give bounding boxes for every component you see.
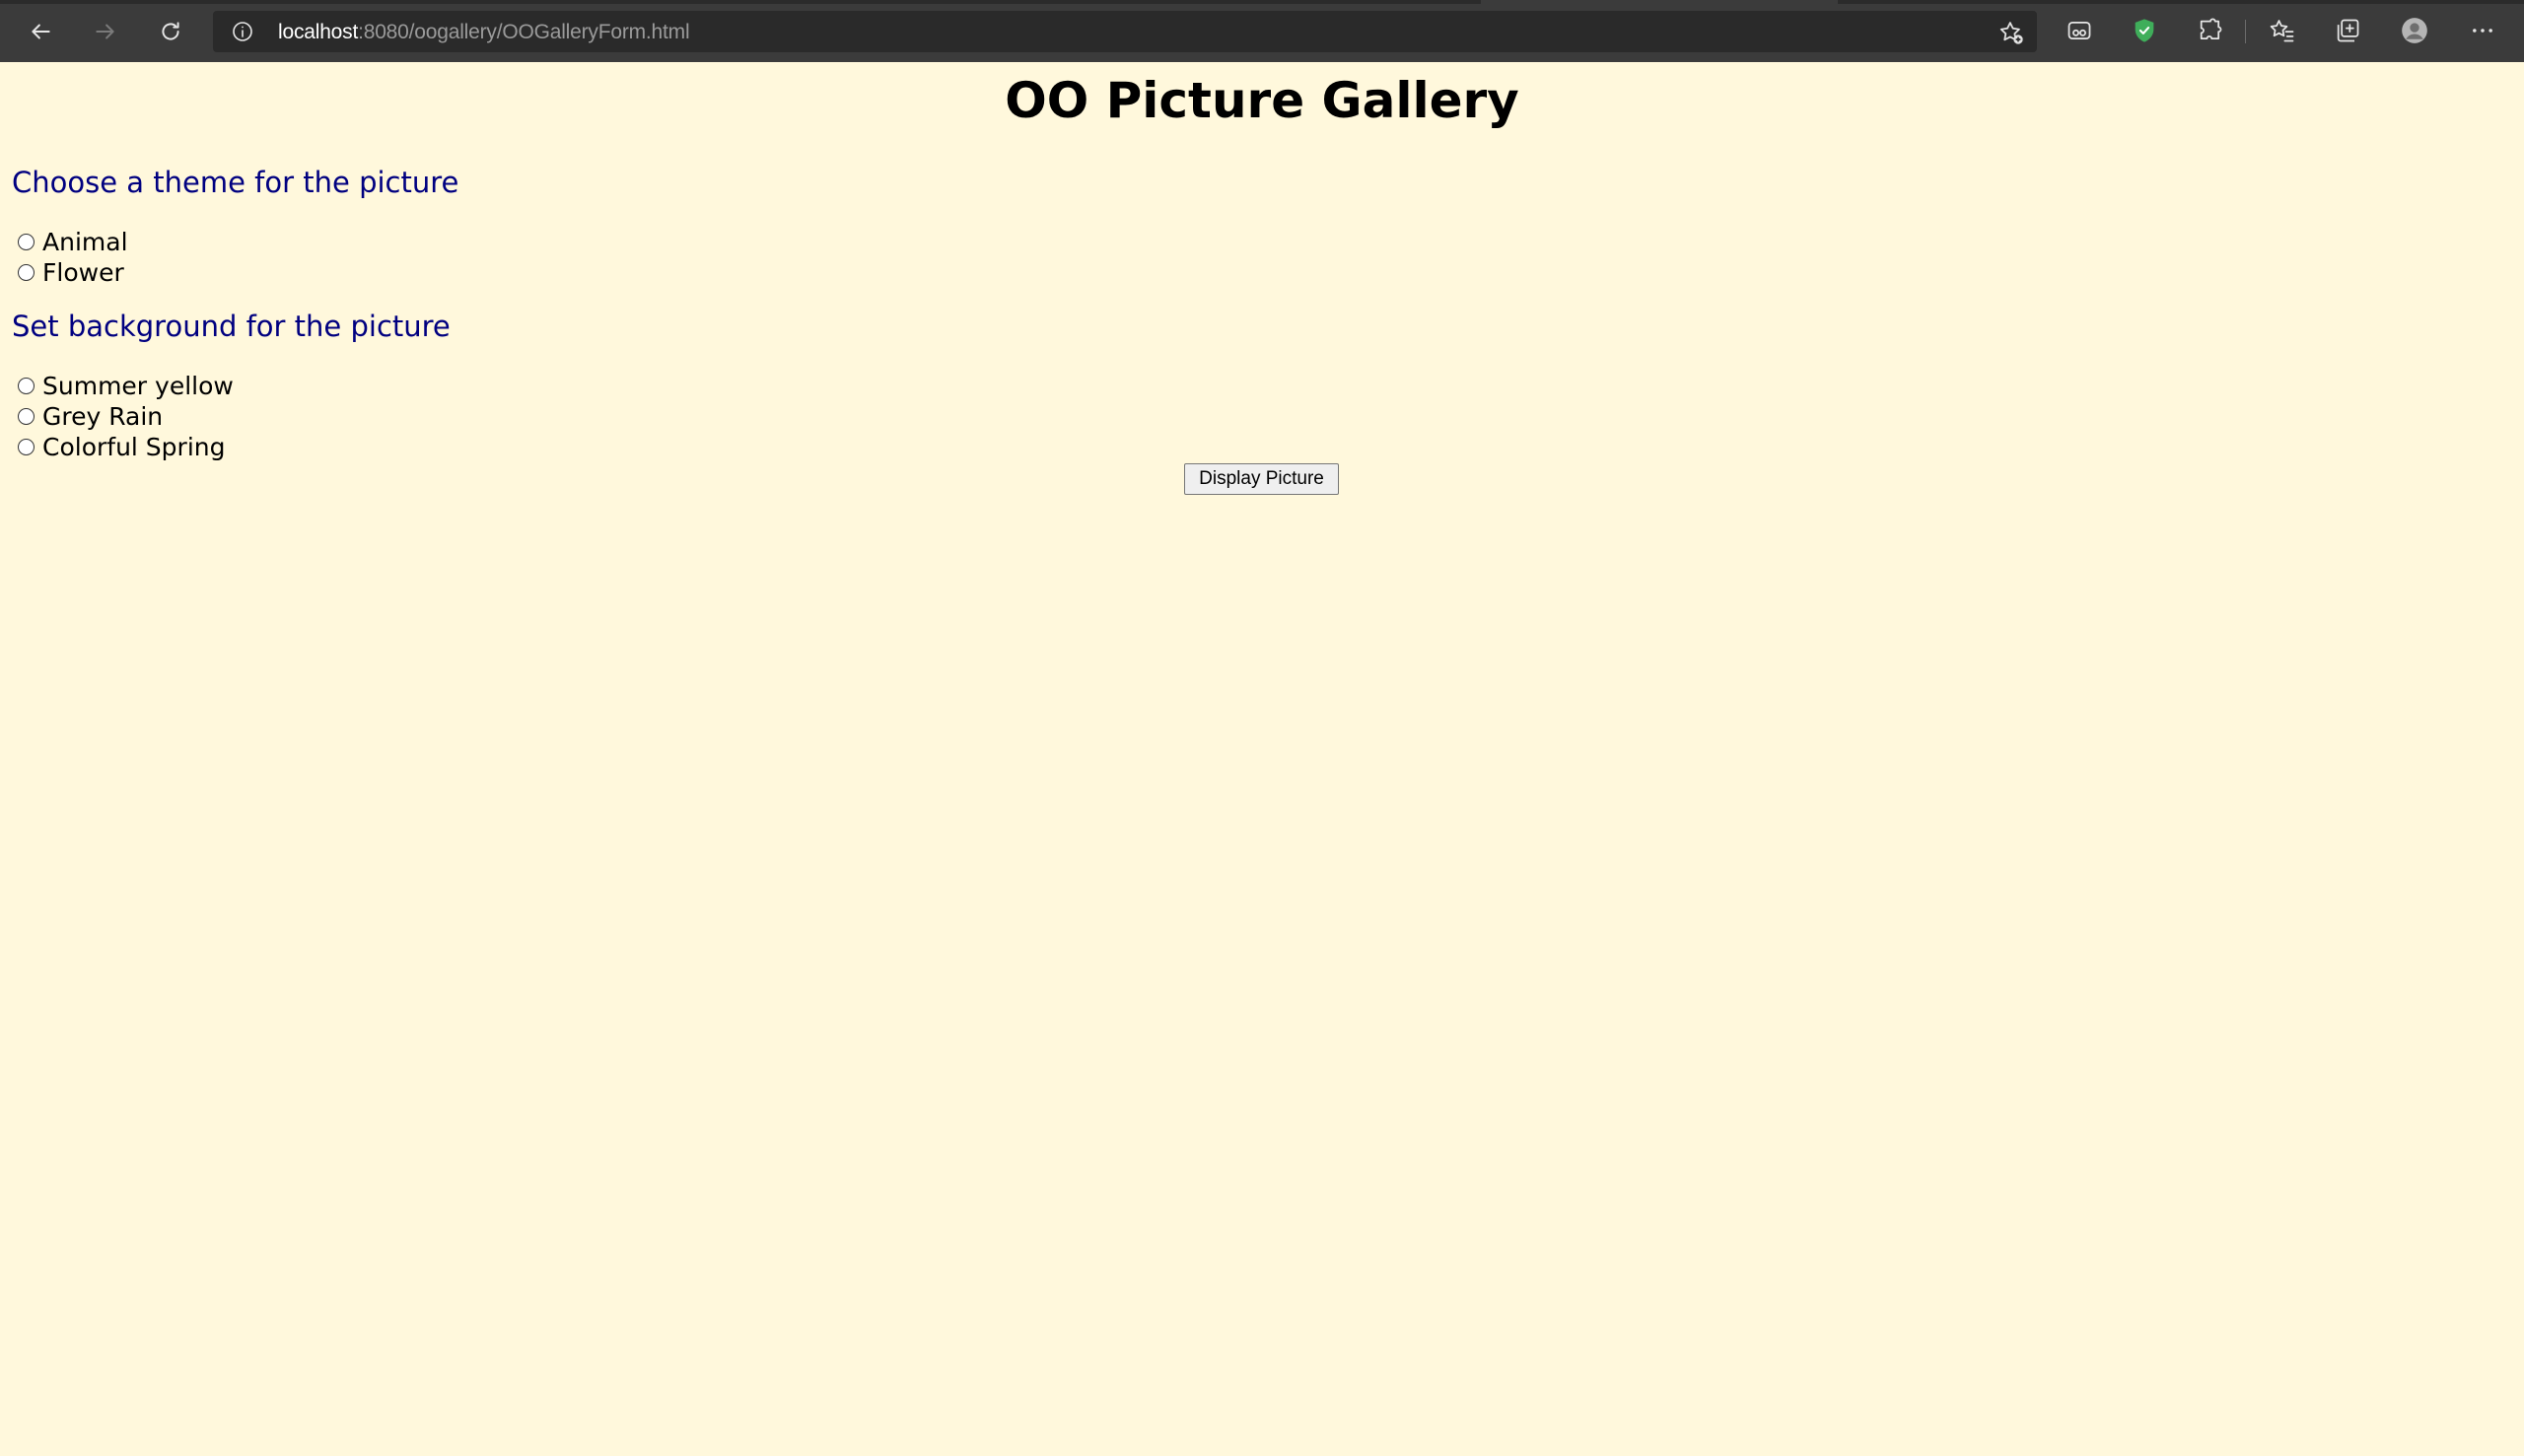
tabstrip — [0, 0, 2524, 4]
radio-button[interactable] — [18, 408, 35, 425]
background-option-grey-rain[interactable]: Grey Rain — [18, 401, 163, 432]
page-title: OO Picture Gallery — [1005, 72, 1519, 129]
refresh-icon[interactable] — [153, 14, 188, 49]
collections-icon[interactable] — [2332, 15, 2363, 46]
radio-button[interactable] — [18, 234, 35, 250]
background-option-summer-yellow[interactable]: Summer yellow — [18, 371, 234, 401]
url-host: localhost — [278, 21, 359, 43]
glasses-icon[interactable] — [2064, 15, 2095, 46]
back-arrow-icon[interactable] — [23, 14, 58, 49]
forward-arrow-icon[interactable] — [88, 14, 123, 49]
puzzle-icon[interactable] — [2195, 15, 2226, 46]
more-icon[interactable] — [2467, 15, 2498, 46]
option-label: Colorful Spring — [42, 433, 226, 461]
add-favorite-icon[interactable] — [1998, 19, 2025, 46]
browser-toolbar: localhost:8080/oogallery/OOGalleryForm.h… — [0, 0, 2524, 62]
favorites-icon[interactable] — [2267, 15, 2298, 46]
radio-button[interactable] — [18, 439, 35, 455]
option-label: Animal — [42, 228, 128, 256]
option-label: Summer yellow — [42, 372, 234, 400]
background-option-colorful-spring[interactable]: Colorful Spring — [18, 432, 226, 462]
theme-option-animal[interactable]: Animal — [18, 227, 128, 257]
shield-icon[interactable] — [2129, 15, 2160, 46]
option-label: Flower — [42, 258, 124, 287]
theme-heading: Choose a theme for the picture — [12, 166, 459, 199]
profile-avatar-icon[interactable] — [2399, 15, 2430, 46]
toolbar-divider — [2245, 20, 2246, 43]
url-path: :8080/oogallery/OOGalleryForm.html — [358, 21, 690, 43]
active-tab-indicator[interactable] — [1481, 0, 1838, 4]
background-heading: Set background for the picture — [12, 310, 451, 343]
page-body: OO Picture Gallery Choose a theme for th… — [0, 62, 2524, 1456]
theme-option-flower[interactable]: Flower — [18, 257, 124, 288]
radio-button[interactable] — [18, 378, 35, 394]
url-text[interactable]: localhost:8080/oogallery/OOGalleryForm.h… — [278, 21, 690, 44]
address-bar[interactable]: localhost:8080/oogallery/OOGalleryForm.h… — [213, 11, 2037, 52]
option-label: Grey Rain — [42, 402, 164, 431]
info-icon[interactable] — [231, 20, 254, 43]
radio-button[interactable] — [18, 264, 35, 281]
display-picture-button[interactable]: Display Picture — [1184, 463, 1339, 495]
